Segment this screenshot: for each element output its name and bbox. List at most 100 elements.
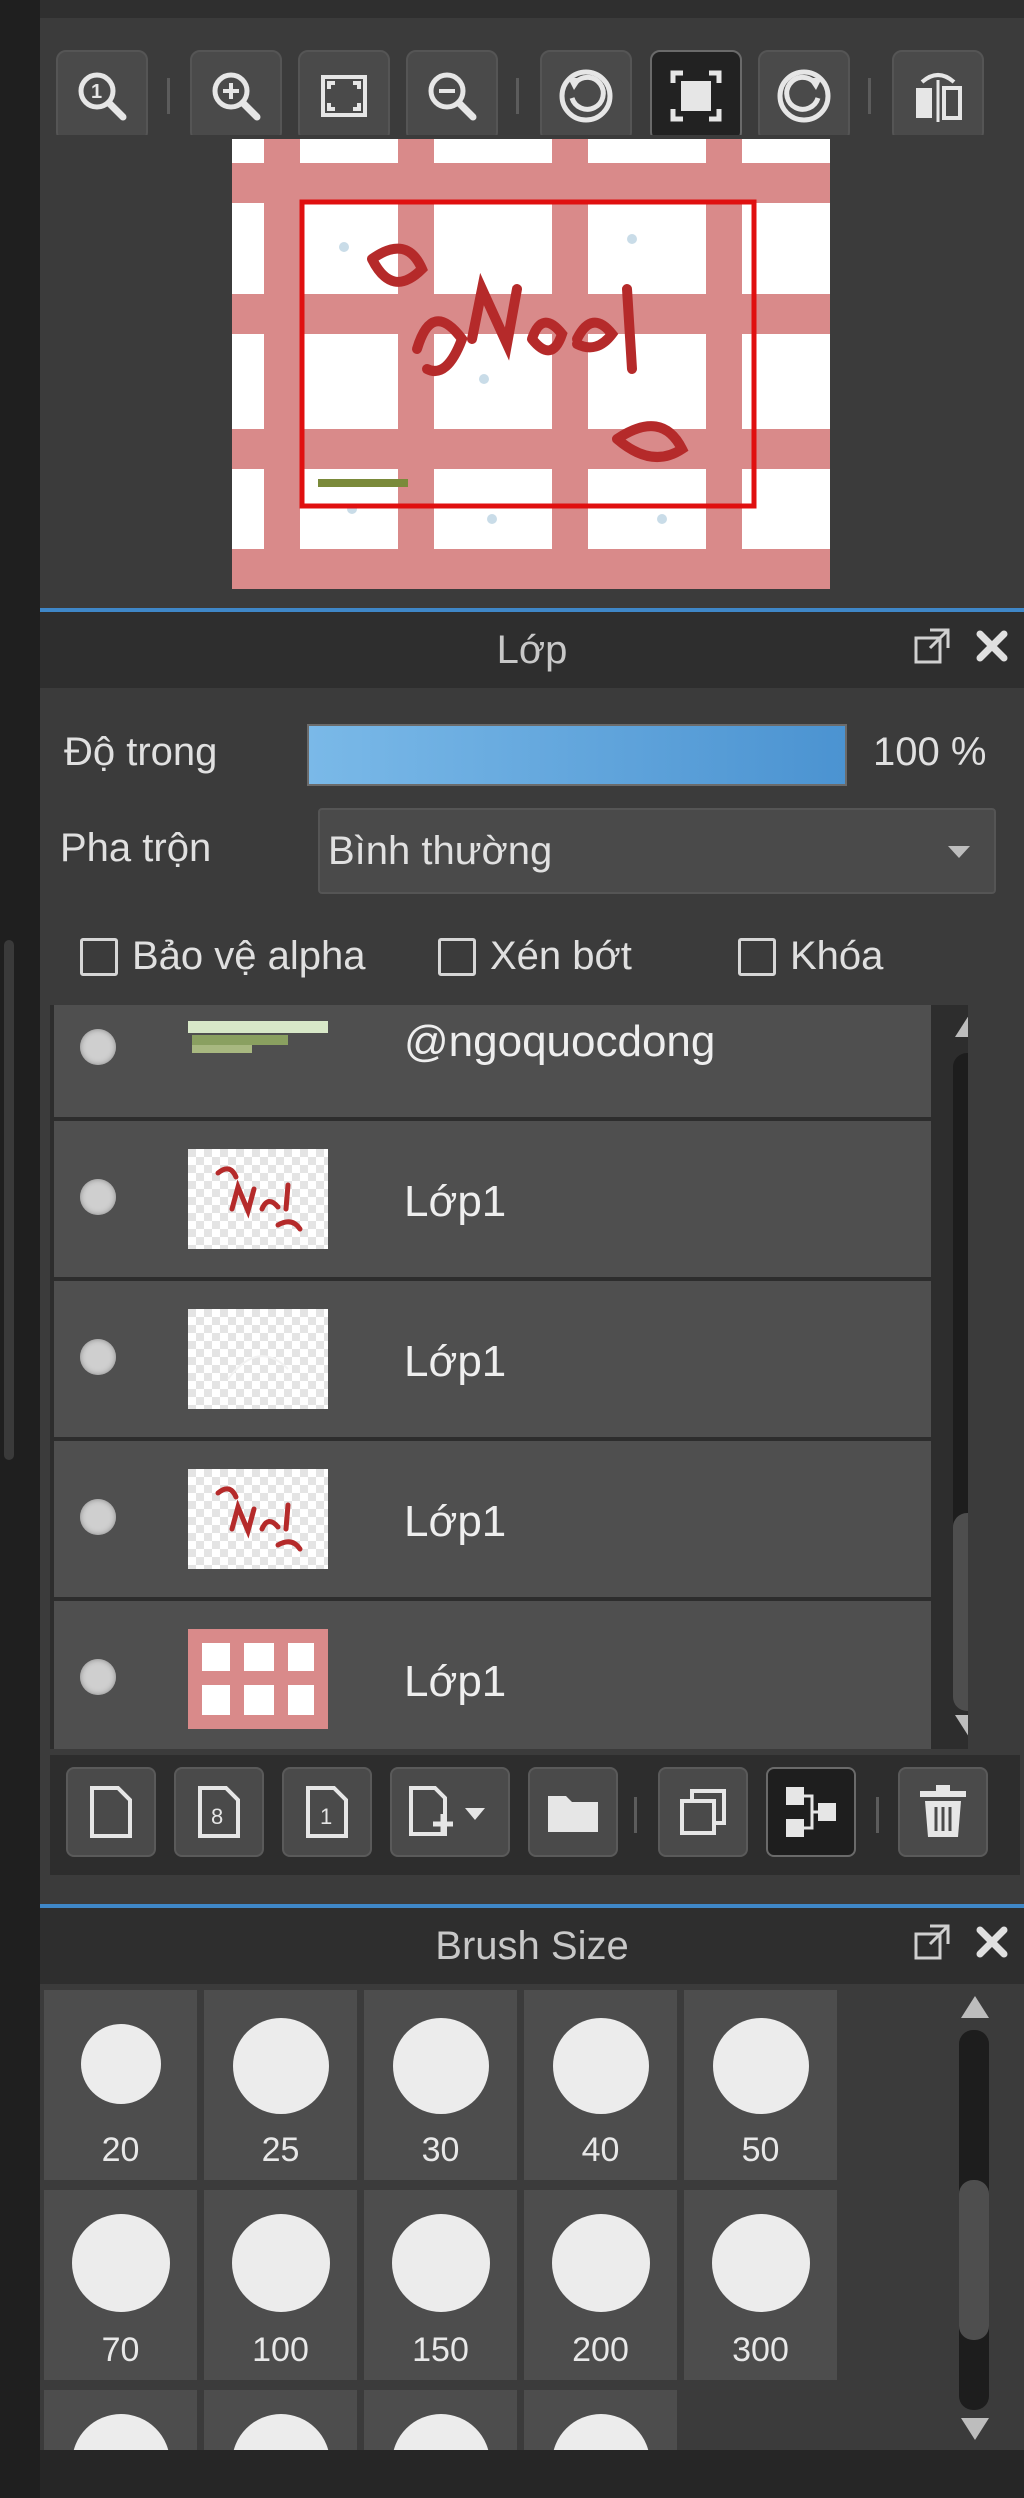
- zoom-in-button[interactable]: [190, 50, 282, 142]
- layer-list: @ngoquocdong Lớp1 Lớp1 Lớp1 Lớp1: [50, 1005, 968, 1749]
- rotate-right-button[interactable]: [758, 50, 850, 142]
- new-8bit-layer-button[interactable]: 8: [174, 1767, 264, 1857]
- zoom-out-icon: [428, 72, 477, 121]
- brush-preview-dot: [232, 2018, 329, 2114]
- brush-size-label: 20: [101, 2131, 140, 2169]
- layer-visibility-toggle[interactable]: [80, 1179, 116, 1215]
- protect-alpha-checkbox[interactable]: Bảo vệ alpha: [80, 934, 366, 979]
- brush-size-option[interactable]: 25: [204, 1990, 357, 2180]
- toolbar-separator: [876, 1797, 879, 1833]
- brush-size-label: 25: [261, 2131, 300, 2169]
- brush-size-option[interactable]: 300: [684, 2190, 837, 2380]
- brush-preview-dot: [71, 2414, 170, 2450]
- brush-size-option[interactable]: 50: [684, 1990, 837, 2180]
- opacity-label: Độ trong: [64, 730, 218, 774]
- new-layer-icon: [90, 1786, 132, 1838]
- scroll-thumb[interactable]: [953, 1513, 968, 1711]
- toolbar-separator: [868, 78, 871, 114]
- brush-size-option[interactable]: 100: [204, 2190, 357, 2380]
- brush-preview-dot: [80, 2024, 161, 2104]
- layer-visibility-toggle[interactable]: [80, 1499, 116, 1535]
- close-icon[interactable]: [972, 626, 1012, 666]
- layer-row[interactable]: Lớp1: [54, 1121, 931, 1277]
- layer-thumbnail: [188, 1013, 328, 1061]
- clipping-checkbox[interactable]: Xén bớt: [438, 934, 632, 979]
- layer-row[interactable]: Lớp1: [54, 1601, 931, 1749]
- svg-text:1: 1: [320, 1804, 332, 1829]
- zoom-out-button[interactable]: [406, 50, 498, 142]
- reset-view-button[interactable]: [650, 50, 742, 142]
- checkbox-label: Xén bớt: [490, 934, 632, 978]
- layer-visibility-toggle[interactable]: [80, 1659, 116, 1695]
- layer-row[interactable]: @ngoquocdong: [54, 1005, 931, 1117]
- checkbox-label: Bảo vệ alpha: [132, 934, 366, 978]
- delete-layer-button[interactable]: [898, 1767, 988, 1857]
- rotate-left-button[interactable]: [540, 50, 632, 142]
- layer-name: @ngoquocdong: [404, 1017, 716, 1066]
- layer-row[interactable]: Lớp1: [54, 1441, 931, 1597]
- layer-visibility-toggle[interactable]: [80, 1339, 116, 1375]
- layer-thumbnail: [188, 1629, 328, 1729]
- brush-preview-dot: [552, 2018, 649, 2114]
- new-layer-button[interactable]: [66, 1767, 156, 1857]
- merge-layer-button[interactable]: [766, 1767, 856, 1857]
- new-1bit-layer-button[interactable]: 1: [282, 1767, 372, 1857]
- scroll-track[interactable]: [953, 1053, 968, 1711]
- brush-size-option[interactable]: 30: [364, 1990, 517, 2180]
- brush-size-label: 70: [101, 2331, 140, 2369]
- brush-size-grid: 20 25 30 40 50 70 100 150 200 300: [40, 1990, 1024, 2498]
- undock-icon[interactable]: [912, 1922, 952, 1962]
- opacity-slider[interactable]: [307, 724, 847, 786]
- lock-checkbox[interactable]: Khóa: [738, 934, 883, 979]
- duplicate-layer-button[interactable]: [658, 1767, 748, 1857]
- layer-visibility-toggle[interactable]: [80, 1029, 116, 1065]
- layer-name: Lớp1: [404, 1657, 507, 1706]
- navigator-preview[interactable]: [40, 135, 1024, 605]
- brush-size-option[interactable]: 20: [44, 1990, 197, 2180]
- zoom-actual-size-icon: 1: [78, 72, 127, 121]
- brush-preview-dot: [551, 2414, 650, 2450]
- brush-size-label: 100: [252, 2331, 309, 2369]
- scroll-down-icon[interactable]: [961, 2418, 989, 2440]
- brush-size-option[interactable]: 200: [524, 2190, 677, 2380]
- brush-size-label: 30: [421, 2131, 460, 2169]
- brush-size-label: 150: [412, 2331, 469, 2369]
- layer-list-scrollbar[interactable]: [945, 1005, 968, 1749]
- brush-size-option[interactable]: 150: [364, 2190, 517, 2380]
- new-1bit-layer-icon: 1: [306, 1786, 348, 1838]
- add-layer-dropdown-button[interactable]: [390, 1767, 510, 1857]
- brush-size-option[interactable]: [524, 2390, 677, 2450]
- brush-size-panel-title: Brush Size: [435, 1923, 629, 1968]
- svg-text:1: 1: [91, 81, 102, 103]
- left-scroll-grip[interactable]: [4, 940, 14, 1460]
- scroll-thumb[interactable]: [959, 2180, 989, 2340]
- layer-thumbnail: [188, 1149, 328, 1249]
- brush-size-option[interactable]: [364, 2390, 517, 2450]
- fit-to-window-button[interactable]: [298, 50, 390, 142]
- blend-mode-select[interactable]: Bình thường: [318, 808, 996, 894]
- layer-properties: Độ trong 100 % Pha trộn Bình thường Bảo …: [40, 690, 1024, 1010]
- scroll-up-icon[interactable]: [961, 1996, 989, 2018]
- flip-horizontal-button[interactable]: [892, 50, 984, 142]
- brush-size-option[interactable]: [204, 2390, 357, 2450]
- scroll-up-icon[interactable]: [955, 1015, 968, 1037]
- undock-icon[interactable]: [912, 626, 952, 666]
- zoom-actual-size-button[interactable]: 1: [56, 50, 148, 142]
- toolbar-separator: [516, 78, 519, 114]
- brush-preview-dot: [391, 2414, 490, 2450]
- brush-grid-scrollbar[interactable]: [945, 1990, 1005, 2450]
- close-icon[interactable]: [972, 1922, 1012, 1962]
- brush-size-label: 300: [732, 2331, 789, 2369]
- brush-size-panel-header: Brush Size: [40, 1904, 1024, 1984]
- new-8bit-layer-icon: 8: [198, 1786, 240, 1838]
- scroll-down-icon[interactable]: [955, 1715, 968, 1737]
- scroll-track[interactable]: [959, 2030, 989, 2410]
- brush-size-option[interactable]: 70: [44, 2190, 197, 2380]
- brush-size-option[interactable]: 40: [524, 1990, 677, 2180]
- flip-horizontal-icon: [916, 73, 962, 122]
- brush-size-option[interactable]: [44, 2390, 197, 2450]
- new-folder-button[interactable]: [528, 1767, 618, 1857]
- layer-row[interactable]: Lớp1: [54, 1281, 931, 1437]
- canvas-thumbnail: [232, 139, 830, 589]
- toolbar-separator: [634, 1797, 637, 1833]
